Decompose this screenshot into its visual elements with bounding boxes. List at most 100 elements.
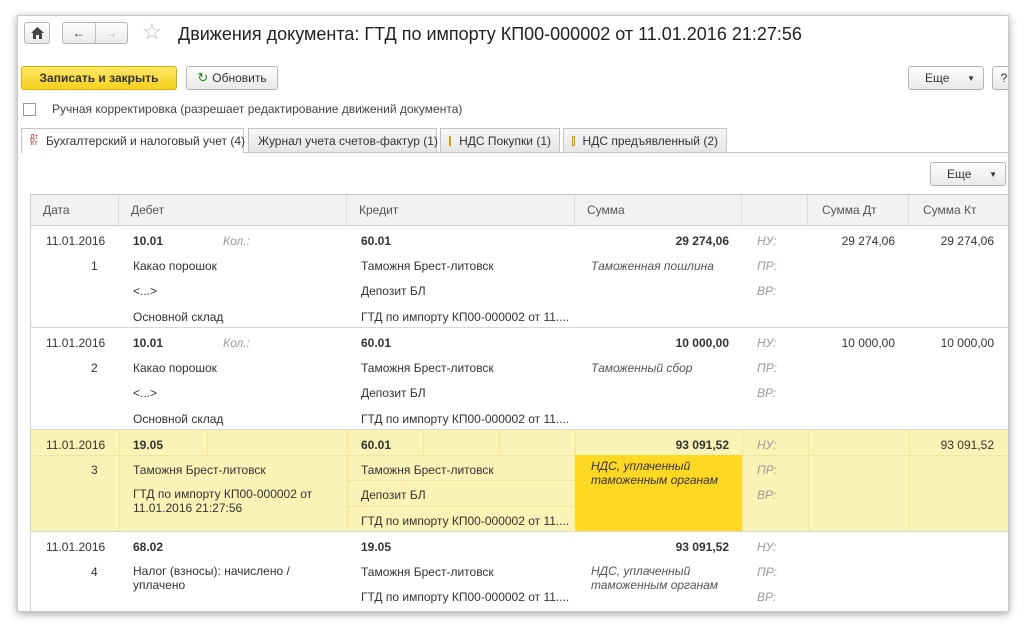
document-movements-window: ← → ☆ Движения документа: ГТД по импорту…: [17, 15, 1009, 612]
table-more-button[interactable]: Еще ▼: [930, 162, 1006, 186]
credit-account: 60.01: [361, 234, 392, 248]
cell-divider: [499, 430, 500, 455]
debit-subconto: Основной склад: [133, 310, 224, 324]
home-button[interactable]: [24, 22, 50, 44]
more-label: Еще: [925, 71, 950, 85]
tab-vat-presented[interactable]: НДС предъявленный (2): [563, 128, 727, 152]
register-icon: [572, 135, 575, 146]
credit-subconto: Таможня Брест-литовск: [361, 463, 494, 477]
refresh-label: Обновить: [212, 71, 267, 85]
tab-accounting[interactable]: Дт Кт Бухгалтерский и налоговый учет (4): [21, 128, 246, 153]
credit-subconto: ГТД по импорту КП00-000002 от 11....: [361, 310, 570, 324]
cell-divider: [347, 430, 348, 531]
sum-dt-value: 10 000,00: [841, 336, 895, 350]
sum-content: Таможенная пошлина: [591, 259, 714, 273]
sum-value: 10 000,00: [675, 336, 729, 350]
tab-accounting-label: Бухгалтерский и налоговый учет (4): [45, 134, 246, 148]
quantity-label: Кол.:: [223, 336, 250, 350]
tab-vat-purchases[interactable]: НДС Покупки (1): [440, 128, 560, 152]
pr-label: ПР:: [757, 361, 777, 375]
credit-subconto: ГТД по импорту КП00-000002 от 11....: [361, 590, 570, 604]
debit-account: 19.05: [133, 438, 164, 452]
manual-correction-row: Ручная корректировка (разрешает редактир…: [23, 102, 462, 116]
back-arrow-icon: ←: [72, 26, 85, 40]
table-header: Дата Дебет Кредит Сумма Сумма Дт Сумма К…: [31, 195, 1008, 226]
back-button[interactable]: ←: [63, 23, 95, 43]
save-and-close-button[interactable]: Записать и закрыть: [21, 66, 177, 90]
table-row[interactable]: 11.01.2016 4 68.02 Налог (взносы): начис…: [31, 532, 1008, 611]
tab-vat-presented-label: НДС предъявленный (2): [582, 133, 718, 148]
credit-subconto: ГТД по импорту КП00-000002 от 11....: [361, 412, 570, 426]
refresh-button[interactable]: ↻ Обновить: [186, 66, 278, 90]
credit-subconto: Таможня Брест-литовск: [361, 361, 494, 375]
debit-account: 10.01: [133, 336, 164, 350]
vr-label: ВР:: [757, 590, 777, 604]
page-title: Движения документа: ГТД по импорту КП00-…: [178, 24, 802, 44]
favorite-star-icon[interactable]: ☆: [142, 20, 162, 44]
nu-label: НУ:: [757, 438, 777, 452]
credit-subconto: Депозит БЛ: [361, 284, 426, 298]
pr-label: ПР:: [757, 463, 777, 477]
cell-divider: [207, 430, 208, 455]
debit-subconto: Какао порошок: [133, 259, 217, 273]
sum-content: НДС, уплаченный таможенным органам: [591, 459, 719, 487]
sum-kt-value: 10 000,00: [940, 336, 994, 350]
column-header-sum-kt[interactable]: Сумма Кт: [909, 195, 1008, 225]
help-button[interactable]: ?: [992, 66, 1008, 90]
credit-account: 60.01: [361, 336, 392, 350]
table-row-selected[interactable]: 11.01.2016 3 19.05 Таможня Брест-литовск…: [31, 430, 1008, 532]
nu-label: НУ:: [757, 540, 777, 554]
pr-label: ПР:: [757, 565, 777, 579]
vr-label: ВР:: [757, 488, 777, 502]
credit-subconto: Депозит БЛ: [361, 488, 426, 502]
manual-correction-label: Ручная корректировка (разрешает редактир…: [52, 102, 463, 116]
nu-label: НУ:: [757, 336, 777, 350]
row-date: 11.01.2016: [46, 438, 106, 452]
debit-subconto: <...>: [133, 284, 158, 298]
row-divider: [31, 455, 1008, 456]
movements-table[interactable]: Дата Дебет Кредит Сумма Сумма Дт Сумма К…: [30, 194, 1008, 611]
column-header-date[interactable]: Дата: [31, 195, 119, 225]
row-date: 11.01.2016: [46, 336, 106, 350]
debit-subconto: Таможня Брест-литовск: [133, 463, 266, 477]
debit-subconto: <...>: [133, 386, 158, 400]
tab-vat-purchases-label: НДС Покупки (1): [459, 133, 551, 148]
sum-content: Таможенный сбор: [591, 361, 693, 375]
sum-kt-value: 93 091,52: [940, 438, 994, 452]
credit-subconto: Депозит БЛ: [361, 386, 426, 400]
debit-account: 10.01: [133, 234, 164, 248]
table-row[interactable]: 11.01.2016 2 10.01 Кол.: Какао порошок <…: [31, 328, 1008, 430]
manual-correction-checkbox[interactable]: [23, 102, 36, 116]
vr-label: ВР:: [757, 386, 777, 400]
column-header-sum-dt[interactable]: Сумма Дт: [808, 195, 909, 225]
sum-dt-value: 29 274,06: [841, 234, 895, 248]
debit-account: 68.02: [133, 540, 164, 554]
home-icon: [30, 27, 44, 39]
cell-divider: [742, 430, 743, 531]
table-row[interactable]: 11.01.2016 1 10.01 Кол.: Какао порошок <…: [31, 226, 1008, 328]
row-divider: [347, 480, 575, 481]
credit-subconto: Таможня Брест-литовск: [361, 259, 494, 273]
register-icon: [449, 135, 452, 146]
row-number: 4: [91, 565, 98, 579]
credit-account: 19.05: [361, 540, 392, 554]
dropdown-caret-icon: ▼: [989, 169, 997, 179]
sum-content: НДС, уплаченный таможенным органам: [591, 564, 719, 592]
column-header-sum[interactable]: Сумма: [575, 195, 742, 225]
forward-button[interactable]: →: [94, 23, 128, 43]
pr-label: ПР:: [757, 259, 777, 273]
tab-invoice-journal-label: Журнал учета счетов-фактур (1): [258, 133, 438, 148]
column-header-debit[interactable]: Дебет: [119, 195, 347, 225]
cell-divider: [119, 430, 120, 531]
debit-subconto: Налог (взносы): начислено / уплачено: [133, 564, 290, 592]
column-header-credit[interactable]: Кредит: [347, 195, 575, 225]
navigation-buttons: ← →: [62, 22, 128, 44]
table-more-label: Еще: [947, 167, 972, 181]
dt-kt-icon: Дт Кт: [30, 134, 38, 147]
tab-invoice-journal[interactable]: Журнал учета счетов-фактур (1): [248, 128, 438, 152]
row-number: 1: [91, 259, 98, 273]
nu-label: НУ:: [757, 234, 777, 248]
more-button[interactable]: Еще ▼: [908, 66, 984, 90]
row-number: 2: [91, 361, 98, 375]
debit-subconto: Какао порошок: [133, 361, 217, 375]
